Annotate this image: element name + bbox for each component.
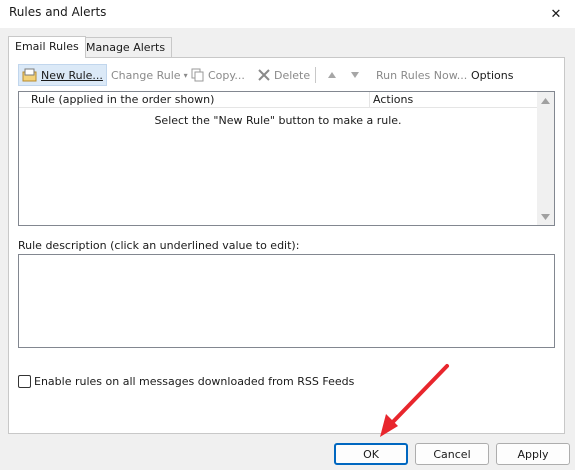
new-rule-label: New Rule... (41, 68, 103, 82)
column-header-actions[interactable]: Actions (373, 93, 413, 106)
toolbar-separator (315, 67, 316, 83)
rule-description-box[interactable] (18, 254, 555, 348)
run-rules-now-button[interactable]: Run Rules Now... (373, 64, 470, 86)
tab-email-rules[interactable]: Email Rules (8, 36, 86, 58)
rss-option[interactable]: Enable rules on all messages downloaded … (18, 375, 354, 388)
close-icon: ✕ (550, 6, 562, 22)
new-rule-icon (22, 68, 38, 82)
copy-icon (191, 68, 205, 82)
move-up-button[interactable] (324, 64, 340, 86)
ok-label: OK (363, 447, 379, 461)
rss-checkbox-label: Enable rules on all messages downloaded … (34, 375, 355, 388)
delete-label: Delete (274, 68, 311, 82)
title-bar: Rules and Alerts ✕ (0, 0, 575, 28)
rss-checkbox[interactable] (18, 375, 31, 388)
empty-list-message: Select the "New Rule" button to make a r… (154, 114, 402, 127)
new-rule-button[interactable]: New Rule... (18, 64, 107, 86)
move-down-button[interactable] (347, 64, 363, 86)
ok-button[interactable]: OK (334, 443, 408, 465)
run-rules-now-label: Run Rules Now... (376, 68, 468, 82)
options-label: Options (471, 68, 514, 82)
window-title: Rules and Alerts (9, 5, 107, 19)
options-button[interactable]: Options (468, 64, 516, 86)
scroll-up-icon (541, 97, 550, 104)
arrow-up-icon (327, 69, 337, 82)
cancel-label: Cancel (433, 447, 471, 461)
scroll-down-button[interactable] (537, 208, 554, 225)
change-rule-label: Change Rule (111, 68, 181, 82)
email-rules-panel: New Rule... Change Rule ▾ Copy... Delete (8, 57, 565, 434)
delete-icon (257, 68, 271, 82)
scroll-up-button[interactable] (537, 92, 554, 109)
change-rule-button[interactable]: Change Rule ▾ (108, 64, 191, 86)
tab-manage-alerts[interactable]: Manage Alerts (79, 37, 173, 58)
rule-description-label: Rule description (click an underlined va… (18, 239, 300, 252)
toolbar: New Rule... Change Rule ▾ Copy... Delete (18, 64, 556, 86)
list-header: Rule (applied in the order shown) Action… (19, 92, 537, 108)
cancel-button[interactable]: Cancel (415, 443, 489, 465)
chevron-down-icon: ▾ (183, 70, 188, 80)
copy-label: Copy... (208, 68, 245, 82)
rules-list[interactable]: Rule (applied in the order shown) Action… (18, 91, 555, 226)
copy-button[interactable]: Copy... (188, 64, 248, 86)
close-button[interactable]: ✕ (537, 0, 575, 28)
apply-label: Apply (517, 447, 549, 461)
scroll-down-icon (541, 213, 550, 220)
apply-button[interactable]: Apply (496, 443, 570, 465)
vertical-scrollbar[interactable] (537, 92, 554, 225)
column-header-rule[interactable]: Rule (applied in the order shown) (19, 92, 370, 108)
arrow-down-icon (350, 69, 360, 82)
delete-button[interactable]: Delete (254, 64, 313, 86)
